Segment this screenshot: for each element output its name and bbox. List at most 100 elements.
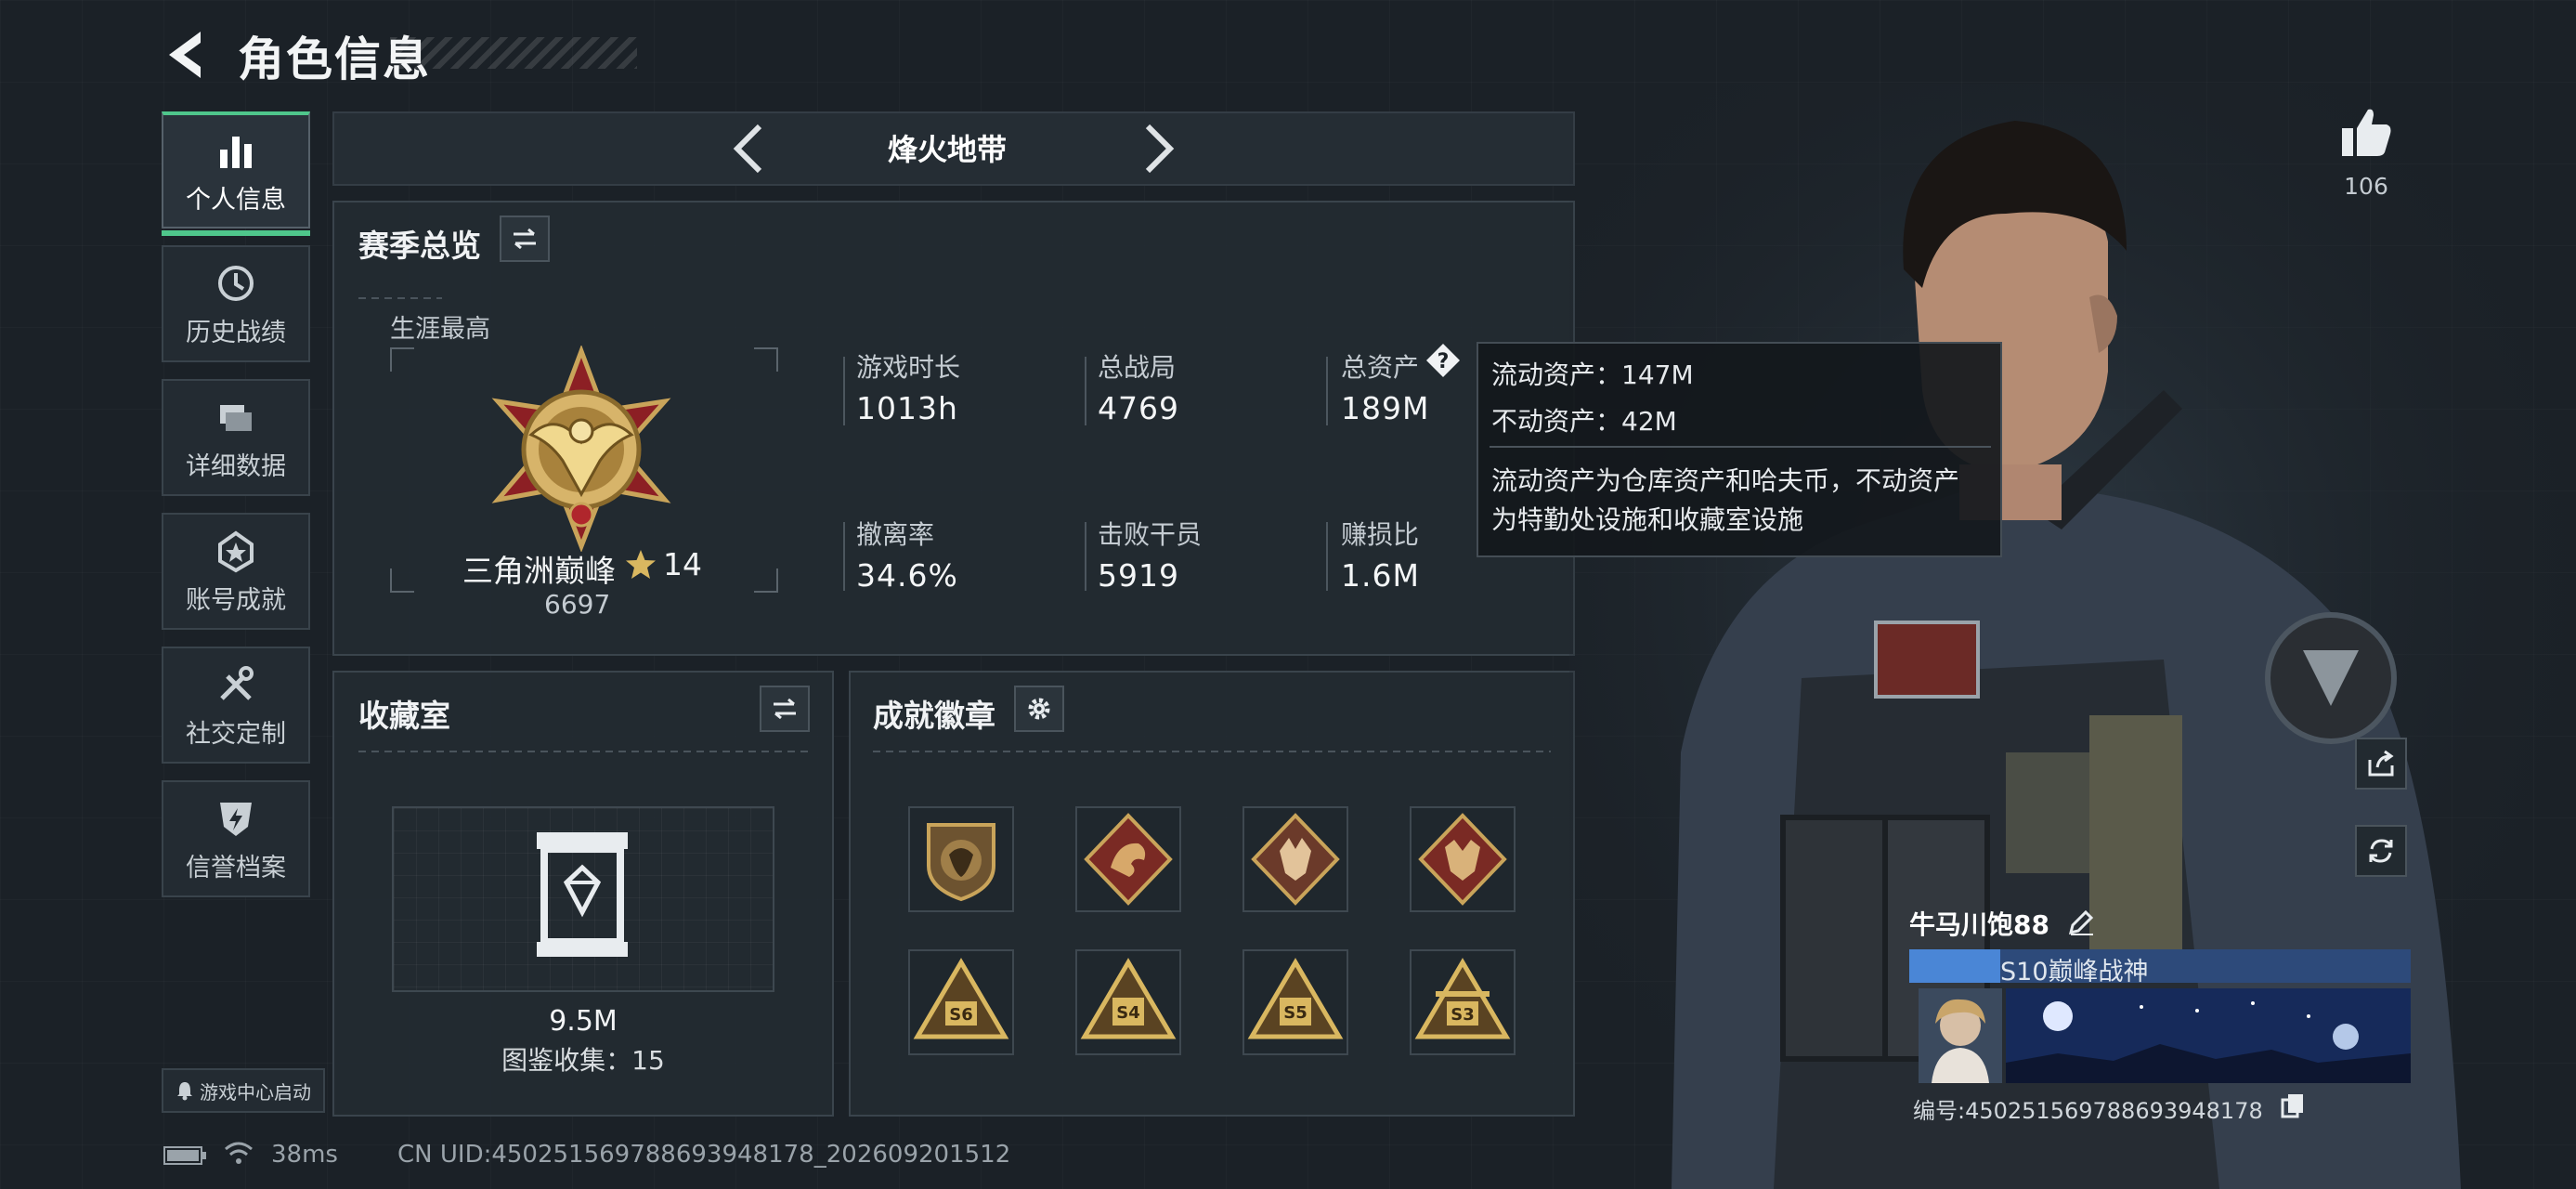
- ping-value: 38ms: [271, 1141, 338, 1169]
- gear-icon: [1028, 698, 1050, 720]
- sidebar-item-label: 历史战绩: [186, 318, 286, 347]
- sidebar-item-label: 个人信息: [186, 185, 286, 215]
- badge-slot[interactable]: S3: [1410, 949, 1516, 1055]
- divider: [873, 751, 1551, 752]
- badge-slot[interactable]: S4: [1075, 949, 1181, 1055]
- bell-icon: [177, 1082, 192, 1101]
- stat-separator: [1085, 522, 1086, 591]
- liquid-assets-text: 流动资产：147M: [1491, 359, 1694, 390]
- player-id: 编号:450251569788693948178: [1913, 1098, 2263, 1124]
- wolf-diamond-badge-icon: [1251, 813, 1340, 906]
- battery-icon: [163, 1146, 206, 1165]
- svg-text:S5: S5: [1283, 1003, 1308, 1023]
- star-icon: [626, 550, 656, 579]
- wifi-icon: [225, 1142, 253, 1164]
- frame-corner: [754, 347, 778, 372]
- stat-separator: [1085, 357, 1086, 425]
- badge-settings-button[interactable]: [1014, 686, 1064, 732]
- sidebar-item-history[interactable]: 历史战绩: [162, 245, 310, 362]
- badge-slot[interactable]: [1242, 806, 1348, 912]
- like-count: 106: [2344, 173, 2388, 200]
- dragon-diamond-badge-icon: [1084, 813, 1173, 906]
- s3-triangle-badge-icon: S3: [1414, 958, 1511, 1039]
- rank-emblem-icon: [491, 346, 671, 552]
- frame-corner: [390, 568, 414, 593]
- share-button[interactable]: [2355, 738, 2407, 790]
- svg-text:S6: S6: [949, 1005, 973, 1025]
- switch-season-button[interactable]: [500, 216, 550, 262]
- chevron-right-icon[interactable]: [1137, 119, 1181, 178]
- achievement-icon: [218, 530, 254, 572]
- back-arrow-icon[interactable]: [160, 26, 217, 84]
- sidebar-item-details[interactable]: 详细数据: [162, 379, 310, 496]
- tooltip-description-line1: 流动资产为仓库资产和哈夫币，不动资产: [1491, 465, 1960, 496]
- stat-label-profit-ratio: 赚损比: [1341, 519, 1420, 550]
- tools-icon: [220, 665, 254, 700]
- stat-separator: [1326, 357, 1328, 425]
- career-best-label: 生涯最高: [390, 315, 490, 344]
- switch-collection-button[interactable]: [760, 686, 810, 732]
- stat-label-total-assets: 总资产: [1341, 352, 1420, 383]
- stat-value-operators-defeated: 5919: [1098, 557, 1179, 594]
- divider: [358, 297, 442, 299]
- shield-bolt-icon: [220, 802, 252, 836]
- stat-value-play-time: 1013h: [856, 390, 958, 426]
- clock-history-icon: [218, 265, 254, 301]
- beast-diamond-badge-icon: [1418, 813, 1507, 906]
- player-name: 牛马川饱88: [1909, 909, 2049, 940]
- player-title: S10巅峰战神: [2000, 958, 2149, 986]
- fixed-assets-text: 不动资产：42M: [1491, 406, 1677, 437]
- rank-points: 6697: [544, 589, 611, 620]
- frame-corner: [754, 568, 778, 593]
- stat-label-extraction-rate: 撤离率: [856, 519, 935, 550]
- badges-title: 成就徽章: [873, 698, 995, 734]
- lion-shield-badge-icon: [927, 823, 995, 902]
- sidebar-item-label: 详细数据: [186, 451, 286, 481]
- display-case-icon: [537, 832, 628, 957]
- copy-icon[interactable]: [2281, 1092, 2305, 1118]
- game-center-button[interactable]: 游戏中心启动: [162, 1068, 325, 1113]
- badge-slot[interactable]: S5: [1242, 949, 1348, 1055]
- refresh-icon: [2369, 839, 2393, 863]
- sidebar-item-achievements[interactable]: 账号成就: [162, 513, 310, 630]
- help-icon[interactable]: ?: [1425, 342, 1462, 379]
- bar-chart-icon: [220, 136, 252, 168]
- swap-arrows-icon: [514, 228, 536, 250]
- sidebar-item-label: 账号成就: [186, 585, 286, 615]
- s4-triangle-badge-icon: S4: [1080, 958, 1177, 1039]
- stat-value-total-assets: 189M: [1341, 390, 1430, 426]
- sidebar-item-reputation[interactable]: 信誉档案: [162, 780, 310, 897]
- share-icon: [2368, 750, 2394, 777]
- season-title: 赛季总览: [358, 228, 481, 264]
- badge-slot[interactable]: [1410, 806, 1516, 912]
- tooltip-divider: [1490, 446, 1991, 448]
- divider: [358, 751, 808, 752]
- sidebar-item-personal-info[interactable]: 个人信息: [162, 111, 310, 236]
- collection-title: 收藏室: [358, 698, 450, 734]
- swap-arrows-icon: [774, 698, 796, 720]
- stat-value-total-matches: 4769: [1098, 390, 1179, 426]
- stat-value-extraction-rate: 34.6%: [856, 557, 958, 594]
- svg-text:S4: S4: [1116, 1003, 1140, 1023]
- tooltip-description-line2: 为特勤处设施和收藏室设施: [1491, 504, 1804, 535]
- badge-slot[interactable]: [1075, 806, 1181, 912]
- frame-corner: [390, 347, 414, 372]
- rank-name: 三角洲巅峰: [462, 553, 616, 589]
- mode-label: 烽火地带: [887, 132, 1007, 167]
- collection-value: 9.5M: [549, 1005, 618, 1038]
- rank-stars: 14: [663, 546, 702, 582]
- rotate-button[interactable]: [2355, 825, 2407, 877]
- title-decoration: [390, 37, 637, 69]
- folders-icon: [220, 404, 252, 431]
- s6-triangle-badge-icon: S6: [913, 958, 1009, 1039]
- chevron-left-icon[interactable]: [726, 119, 771, 178]
- sidebar-item-social[interactable]: 社交定制: [162, 647, 310, 764]
- badge-slot[interactable]: S6: [908, 949, 1014, 1055]
- thumbs-up-icon[interactable]: [2338, 104, 2394, 160]
- svg-text:?: ?: [1438, 350, 1450, 373]
- edit-icon[interactable]: [2067, 908, 2095, 936]
- svg-text:S3: S3: [1451, 1005, 1475, 1025]
- stat-label-total-matches: 总战局: [1098, 352, 1177, 383]
- catalog-count: 图鉴收集：15: [501, 1045, 665, 1076]
- badge-slot[interactable]: [908, 806, 1014, 912]
